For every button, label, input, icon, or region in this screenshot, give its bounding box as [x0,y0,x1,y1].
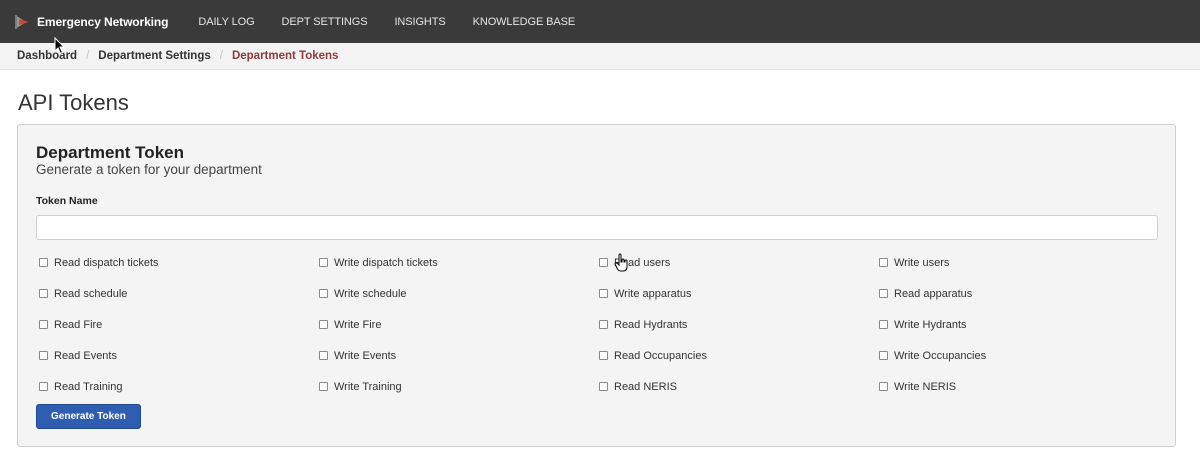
checkbox[interactable] [39,289,48,298]
perm-read-occupancies[interactable]: Read Occupancies [599,350,879,362]
checkbox[interactable] [879,289,888,298]
checkbox[interactable] [319,258,328,267]
perm-write-training[interactable]: Write Training [319,381,599,393]
checkbox[interactable] [599,258,608,267]
card-subtitle: Generate a token for your department [36,162,262,177]
hand-pointer-icon [614,253,628,272]
card-title: Department Token [36,143,184,162]
nav-dept-settings[interactable]: DEPT SETTINGS [282,16,368,28]
perm-label: Write NERIS [894,380,957,393]
perm-label: Write Occupancies [894,349,987,362]
perm-write-fire[interactable]: Write Fire [319,319,599,331]
breadcrumb-separator: / [219,50,223,62]
breadcrumb: Dashboard / Department Settings / Depart… [0,43,1200,70]
perm-label: Read NERIS [614,380,677,393]
checkbox[interactable] [599,289,608,298]
breadcrumb-department-tokens: Department Tokens [231,50,339,62]
permissions-row: Read Events Write Events Read Occupancie… [39,340,1159,371]
perm-label: Read schedule [54,287,128,300]
perm-label: Write Events [334,349,397,362]
permissions-grid: Read dispatch tickets Write dispatch tic… [39,247,1159,402]
checkbox[interactable] [39,320,48,329]
permissions-row: Read Fire Write Fire Read Hydrants Write… [39,309,1159,340]
perm-label: Read Events [54,349,117,362]
checkbox[interactable] [879,258,888,267]
checkbox[interactable] [599,382,608,391]
perm-label: Read Training [54,380,123,393]
checkbox[interactable] [319,320,328,329]
generate-token-button[interactable]: Generate Token [36,404,141,429]
perm-label: Write Training [334,380,402,393]
perm-read-schedule[interactable]: Read schedule [39,288,319,300]
perm-read-dispatch-tickets[interactable]: Read dispatch tickets [39,257,319,269]
checkbox[interactable] [879,382,888,391]
breadcrumb-separator: / [86,50,90,62]
mouse-pointer-icon [54,37,66,55]
checkbox[interactable] [39,351,48,360]
perm-label: Read Occupancies [614,349,707,362]
perm-label: Write Fire [334,318,382,331]
checkbox[interactable] [319,289,328,298]
brand[interactable]: Emergency Networking [14,13,184,31]
perm-label: Write Hydrants [894,318,967,331]
token-name-input[interactable] [36,215,1158,240]
checkbox[interactable] [879,320,888,329]
perm-read-neris[interactable]: Read NERIS [599,381,879,393]
perm-label: Read Fire [54,318,103,331]
brand-logo-icon [15,14,29,29]
checkbox[interactable] [879,351,888,360]
perm-label: Write dispatch tickets [334,256,438,269]
perm-write-schedule[interactable]: Write schedule [319,288,599,300]
perm-label: Write users [894,256,950,269]
permissions-row: Read schedule Write schedule Write appar… [39,278,1159,309]
perm-write-dispatch-tickets[interactable]: Write dispatch tickets [319,257,599,269]
breadcrumb-department-settings[interactable]: Department Settings [98,50,210,62]
top-navbar: Emergency Networking DAILY LOG DEPT SETT… [0,0,1200,43]
checkbox[interactable] [319,351,328,360]
nav-insights[interactable]: INSIGHTS [394,16,445,28]
perm-label: Write schedule [334,287,407,300]
brand-name: Emergency Networking [37,14,169,29]
perm-read-fire[interactable]: Read Fire [39,319,319,331]
perm-write-occupancies[interactable]: Write Occupancies [879,350,1159,362]
checkbox[interactable] [39,382,48,391]
perm-read-training[interactable]: Read Training [39,381,319,393]
checkbox[interactable] [319,382,328,391]
breadcrumb-dashboard[interactable]: Dashboard [17,50,77,62]
permissions-row: Read dispatch tickets Write dispatch tic… [39,247,1159,278]
checkbox[interactable] [39,258,48,267]
perm-write-events[interactable]: Write Events [319,350,599,362]
nav-daily-log[interactable]: DAILY LOG [198,16,254,28]
token-name-label: Token Name [36,195,98,207]
perm-write-hydrants[interactable]: Write Hydrants [879,319,1159,331]
permissions-row: Read Training Write Training Read NERIS … [39,371,1159,402]
perm-read-users[interactable]: Read users [599,257,879,269]
department-token-card: Department Token Generate a token for yo… [17,124,1176,447]
perm-label: Write apparatus [614,287,692,300]
perm-read-events[interactable]: Read Events [39,350,319,362]
perm-label: Read Hydrants [614,318,688,331]
checkbox[interactable] [599,320,608,329]
perm-read-hydrants[interactable]: Read Hydrants [599,319,879,331]
page-title: API Tokens [18,90,129,115]
perm-label: Read dispatch tickets [54,256,159,269]
perm-write-users[interactable]: Write users [879,257,1159,269]
perm-write-neris[interactable]: Write NERIS [879,381,1159,393]
perm-label: Read apparatus [894,287,973,300]
perm-read-apparatus[interactable]: Read apparatus [879,288,1159,300]
checkbox[interactable] [599,351,608,360]
perm-write-apparatus[interactable]: Write apparatus [599,288,879,300]
nav-knowledge-base[interactable]: KNOWLEDGE BASE [473,16,576,28]
